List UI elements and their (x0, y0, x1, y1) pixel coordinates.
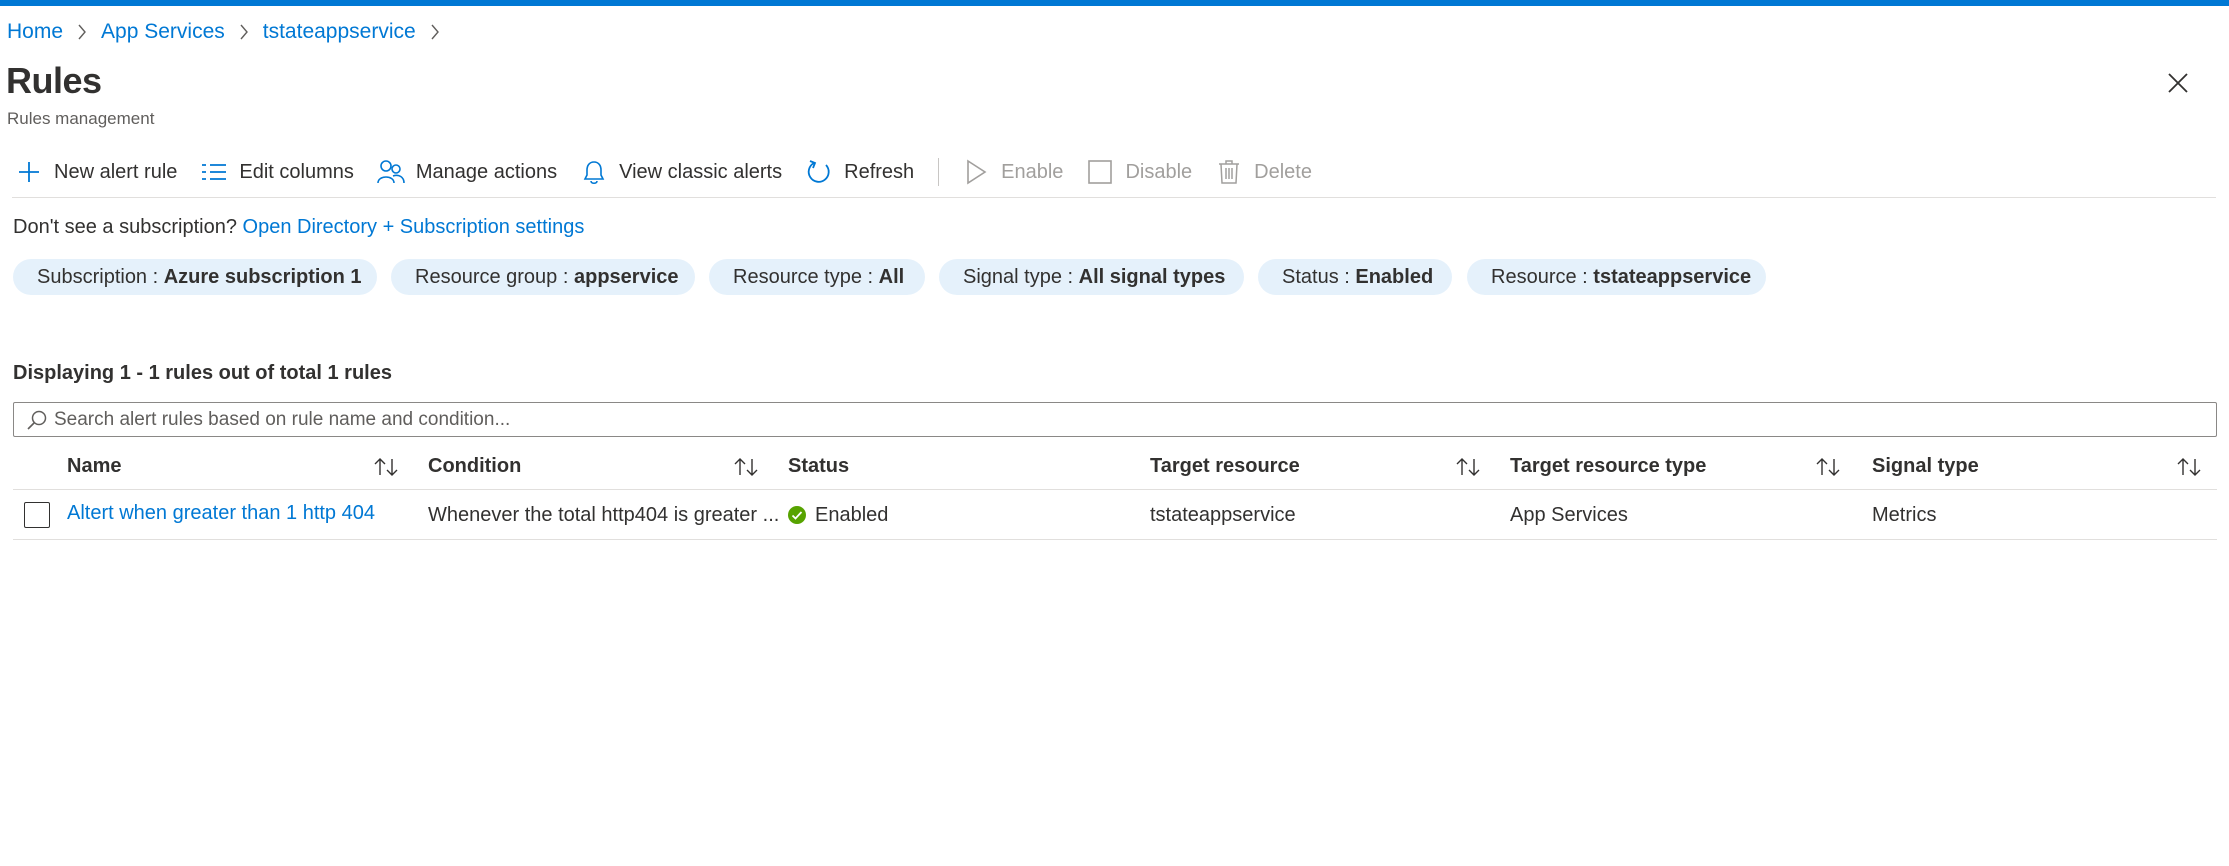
people-icon (376, 157, 406, 187)
breadcrumb-app-services[interactable]: App Services (101, 20, 225, 44)
refresh-icon (804, 157, 834, 187)
page-subtitle: Rules management (7, 109, 155, 128)
filter-status-value: Enabled (1355, 265, 1434, 288)
search-box[interactable] (13, 402, 2217, 437)
table-header: Name Condition Status Target resource Ta… (13, 443, 2217, 490)
filter-resource-type-value: All (878, 265, 905, 288)
filter-resource-group-label: Resource group : (415, 265, 569, 288)
chevron-right-icon (235, 22, 253, 42)
column-header-status[interactable]: Status (788, 443, 849, 490)
view-classic-alerts-button[interactable]: View classic alerts (579, 152, 782, 192)
filter-signal-type-value: All signal types (1078, 265, 1226, 288)
view-classic-alerts-label: View classic alerts (619, 160, 783, 183)
enable-button[interactable]: Enable (961, 152, 1063, 192)
rule-name-link[interactable]: Altert when greater than 1 http 404 (67, 488, 407, 538)
toolbar-divider (938, 158, 940, 186)
column-header-signal-type[interactable]: Signal type (1872, 443, 1979, 490)
filter-status[interactable]: Status : Enabled (1258, 259, 1452, 295)
plus-icon (14, 157, 44, 187)
filter-resource-group[interactable]: Resource group : appservice (391, 259, 695, 295)
new-alert-rule-label: New alert rule (54, 160, 178, 183)
subscription-notice: Don't see a subscription? Open Directory… (13, 216, 584, 239)
check-circle-icon (788, 506, 806, 524)
filter-signal-type-label: Signal type : (963, 265, 1074, 288)
column-header-target-resource-type[interactable]: Target resource type (1510, 443, 1706, 490)
column-header-condition[interactable]: Condition (428, 443, 521, 490)
edit-columns-button[interactable]: Edit columns (199, 152, 354, 192)
breadcrumb-home[interactable]: Home (7, 20, 63, 44)
columns-icon (199, 157, 229, 187)
square-icon (1085, 157, 1115, 187)
breadcrumb-tstateappservice[interactable]: tstateappservice (263, 20, 416, 44)
search-icon (24, 407, 50, 433)
close-button[interactable] (2163, 68, 2193, 98)
enable-label: Enable (1001, 160, 1064, 183)
filter-resource-group-value: appservice (573, 265, 679, 288)
manage-actions-button[interactable]: Manage actions (376, 152, 557, 192)
rule-target-resource-type: App Services (1510, 503, 1628, 526)
sort-arrows-icon[interactable] (371, 453, 401, 481)
command-bar: New alert rule Edit columns Manage actio… (0, 152, 1312, 192)
manage-actions-label: Manage actions (415, 160, 558, 183)
directory-subscription-settings-link[interactable]: Open Directory + Subscription settings (243, 216, 585, 238)
subscription-notice-text: Don't see a subscription? (13, 216, 237, 238)
trash-icon (1214, 157, 1244, 187)
chevron-right-icon (426, 22, 444, 42)
rule-target-resource: tstateappservice (1150, 503, 1296, 526)
disable-label: Disable (1125, 160, 1193, 183)
sort-arrows-icon[interactable] (731, 453, 761, 481)
delete-button[interactable]: Delete (1214, 152, 1312, 192)
filter-resource-type-label: Resource type : (733, 265, 874, 288)
bell-icon (579, 157, 609, 187)
chevron-right-icon (73, 22, 91, 42)
rule-signal-type: Metrics (1872, 503, 1937, 526)
edit-columns-label: Edit columns (239, 160, 354, 183)
column-header-target-resource[interactable]: Target resource (1150, 443, 1300, 490)
rule-condition: Whenever the total http404 is greater ..… (428, 503, 780, 526)
sort-arrows-icon[interactable] (1813, 453, 1843, 481)
sort-arrows-icon[interactable] (1453, 453, 1483, 481)
filter-resource[interactable]: Resource : tstateappservice (1467, 259, 1766, 295)
filter-resource-label: Resource : (1491, 265, 1588, 288)
refresh-button[interactable]: Refresh (804, 152, 914, 192)
page-title: Rules (6, 60, 102, 101)
filter-signal-type[interactable]: Signal type : All signal types (939, 259, 1244, 295)
play-icon (961, 157, 991, 187)
filter-status-label: Status : (1282, 265, 1350, 288)
table-row: Altert when greater than 1 http 404 When… (13, 490, 2217, 540)
rule-status-text: Enabled (815, 503, 889, 526)
filter-resource-type[interactable]: Resource type : All (709, 259, 925, 295)
rules-table: Name Condition Status Target resource Ta… (13, 443, 2217, 540)
delete-label: Delete (1254, 160, 1312, 183)
column-header-name[interactable]: Name (67, 443, 121, 490)
disable-button[interactable]: Disable (1085, 152, 1192, 192)
search-input[interactable] (54, 408, 2154, 431)
rule-status: Enabled (788, 490, 1128, 540)
new-alert-rule-button[interactable]: New alert rule (14, 152, 177, 192)
filter-resource-value: tstateappservice (1593, 265, 1752, 288)
filter-subscription-value: Azure subscription 1 (163, 265, 362, 288)
filter-subscription[interactable]: Subscription : Azure subscription 1 (13, 259, 377, 295)
refresh-label: Refresh (844, 160, 915, 183)
portal-top-bar (0, 0, 2229, 6)
results-summary: Displaying 1 - 1 rules out of total 1 ru… (13, 362, 392, 384)
sort-arrows-icon[interactable] (2174, 453, 2204, 481)
breadcrumb: Home App Services tstateappservice (7, 20, 454, 44)
toolbar-divider-line (12, 197, 2216, 198)
filter-subscription-label: Subscription : (37, 265, 159, 288)
row-select-checkbox[interactable] (24, 502, 50, 528)
close-icon (2168, 73, 2188, 93)
